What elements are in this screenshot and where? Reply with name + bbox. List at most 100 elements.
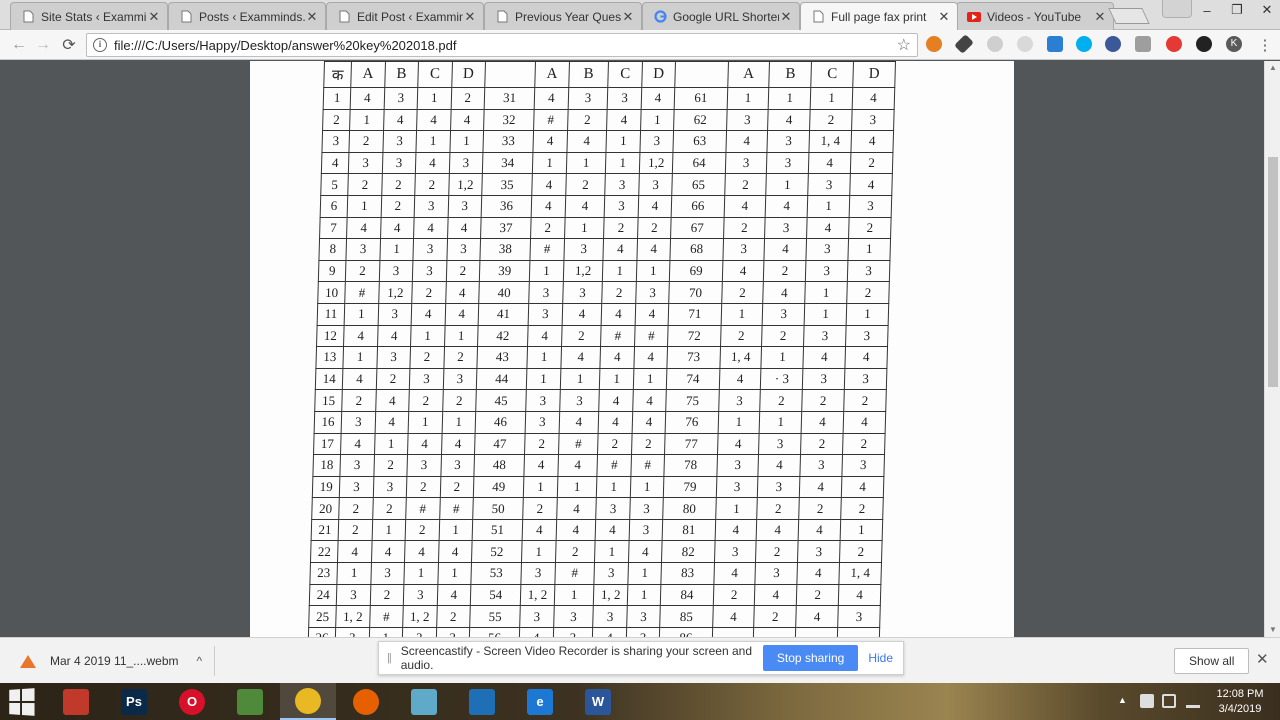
question-number-cell: 48: [473, 454, 525, 477]
system-clock[interactable]: 12:08 PM 3/4/2019: [1210, 687, 1270, 717]
taskbar-app-photoshop[interactable]: Ps: [106, 683, 162, 720]
extension-blue-icon[interactable]: [1047, 36, 1063, 52]
profile-avatar[interactable]: K: [1226, 36, 1242, 52]
tab-close-icon[interactable]: ✕: [463, 9, 477, 25]
answer-cell: 2: [724, 173, 767, 196]
window-minimize-button[interactable]: –: [1192, 0, 1222, 20]
windows-start-icon[interactable]: [9, 688, 37, 716]
extension-gray-icon[interactable]: [1017, 36, 1033, 52]
question-number-cell: 11: [317, 303, 345, 326]
answer-cell: 3: [376, 346, 411, 369]
answer-cell: 3: [594, 562, 629, 585]
taskbar-app-camtasia[interactable]: [222, 683, 278, 720]
answer-cell: 3: [718, 389, 761, 412]
answer-cell: 1: [526, 368, 561, 390]
profile-chip[interactable]: [1162, 0, 1192, 18]
tab-5[interactable]: Full page fax print ✕: [800, 2, 958, 30]
tab-1[interactable]: Posts ‹ Examminds.com✕: [168, 2, 326, 30]
doc-icon: [811, 10, 825, 24]
extension-cast-icon[interactable]: [1135, 36, 1151, 52]
extension-skype-gray-icon[interactable]: [987, 36, 1003, 52]
tray-display-icon[interactable]: [1162, 694, 1176, 708]
taskbar-app-word[interactable]: W: [570, 683, 626, 720]
tab-close-icon[interactable]: ✕: [305, 9, 319, 25]
answer-cell: 4: [600, 346, 635, 369]
taskbar-app-winrar[interactable]: [48, 683, 104, 720]
extension-sun-icon[interactable]: [926, 36, 942, 52]
tray-expand-icon[interactable]: ▲: [1118, 695, 1127, 705]
tray-signal-icon[interactable]: [1186, 696, 1200, 708]
extension-red-icon[interactable]: [1166, 36, 1182, 52]
taskbar-app-notepad[interactable]: [396, 683, 452, 720]
tab-close-icon[interactable]: ✕: [621, 9, 635, 25]
scroll-thumb[interactable]: [1268, 157, 1278, 387]
extension-dropper-icon[interactable]: [954, 34, 974, 54]
answer-cell: 4: [763, 281, 806, 304]
taskbar-app-firefox[interactable]: [338, 683, 394, 720]
answer-cell: 1, 4: [809, 130, 852, 153]
answer-cell: 4: [808, 152, 851, 174]
taskbar-app-opera[interactable]: O: [164, 683, 220, 720]
answer-cell: 3: [562, 281, 603, 304]
new-tab-button[interactable]: [1108, 8, 1150, 24]
answer-cell: 4: [603, 238, 638, 261]
answer-cell: 4: [450, 109, 485, 131]
taskbar-app-store[interactable]: [454, 683, 510, 720]
reload-button[interactable]: ⟳: [58, 35, 80, 55]
taskbar-app-chrome[interactable]: [280, 683, 336, 720]
scroll-up-arrow[interactable]: ▲: [1265, 61, 1280, 75]
answer-cell: 3: [635, 281, 670, 304]
bookmark-star-icon[interactable]: ☆: [897, 35, 911, 55]
menu-icon[interactable]: ⋮: [1254, 35, 1276, 55]
address-bar[interactable]: i file:///C:/Users/Happy/Desktop/answer%…: [86, 33, 918, 57]
extension-at-icon[interactable]: [1105, 36, 1121, 52]
question-number-cell: 32: [483, 109, 535, 131]
question-number-cell: 15: [314, 389, 343, 412]
extension-skype-icon[interactable]: [1076, 36, 1092, 52]
tab-4[interactable]: Google URL Shortener✕: [642, 2, 800, 30]
address-url[interactable]: file:///C:/Users/Happy/Desktop/answer%20…: [114, 38, 897, 53]
window-close-button[interactable]: ✕: [1252, 0, 1280, 20]
tab-close-icon[interactable]: ✕: [147, 9, 161, 25]
scrollbar[interactable]: ▲ ▼: [1264, 61, 1280, 637]
answer-cell: 4: [531, 195, 566, 218]
answer-cell: 4: [714, 519, 758, 541]
download-item[interactable]: Mar 4 2019 11_....webm ^: [14, 648, 202, 674]
answer-cell: 3: [406, 454, 442, 477]
forward-button[interactable]: →: [32, 35, 54, 55]
tab-close-icon[interactable]: ✕: [1093, 9, 1107, 25]
answer-cell: 2: [443, 346, 478, 369]
tab-close-icon[interactable]: ✕: [779, 9, 793, 25]
answer-cell: 3: [767, 130, 810, 153]
table-row: 23 1 3 1 1 53 3 #3 1 83 4 3 4 1, 4: [309, 562, 882, 585]
window-restore-button[interactable]: ❐: [1222, 0, 1252, 20]
close-icon[interactable]: ✕: [1256, 650, 1269, 668]
stop-sharing-button[interactable]: Stop sharing: [762, 645, 859, 671]
answer-cell: 1: [715, 497, 758, 520]
tab-3[interactable]: Previous Year Questions✕: [484, 2, 642, 30]
answer-cell: 4: [445, 281, 480, 304]
extension-dark-icon[interactable]: [1196, 36, 1212, 52]
answer-cell: 1: [596, 476, 631, 498]
tray-network-icon[interactable]: [1140, 694, 1154, 708]
answer-cell: 2: [796, 584, 839, 606]
back-button[interactable]: ←: [8, 35, 30, 55]
show-all-button[interactable]: Show all: [1174, 648, 1250, 674]
answer-cell: 2: [848, 217, 892, 239]
tab-2[interactable]: Edit Post ‹ Examminds✕: [326, 2, 484, 30]
scroll-down-arrow[interactable]: ▼: [1265, 623, 1280, 637]
answer-cell: 4: [636, 238, 671, 261]
answer-cell: 1: [521, 540, 556, 563]
tab-6[interactable]: Videos - YouTube ✕: [956, 2, 1114, 30]
info-icon[interactable]: i: [93, 38, 107, 52]
answer-cell: 2: [349, 130, 384, 153]
hide-button[interactable]: Hide: [868, 651, 893, 665]
answer-cell: 1: [408, 411, 443, 433]
tab-close-icon[interactable]: ✕: [937, 9, 951, 25]
taskbar-app-ie[interactable]: e: [512, 683, 568, 720]
chevron-up-icon[interactable]: ^: [197, 654, 203, 668]
column-header: B: [384, 61, 419, 88]
tab-0[interactable]: Site Stats ‹ Examminds✕: [10, 2, 168, 30]
download-file-name[interactable]: Mar 4 2019 11_....webm: [50, 654, 179, 668]
table-row: 5 2 2 2 1,2 35 4 2 3 3 65 2 1 3 4: [320, 173, 893, 196]
